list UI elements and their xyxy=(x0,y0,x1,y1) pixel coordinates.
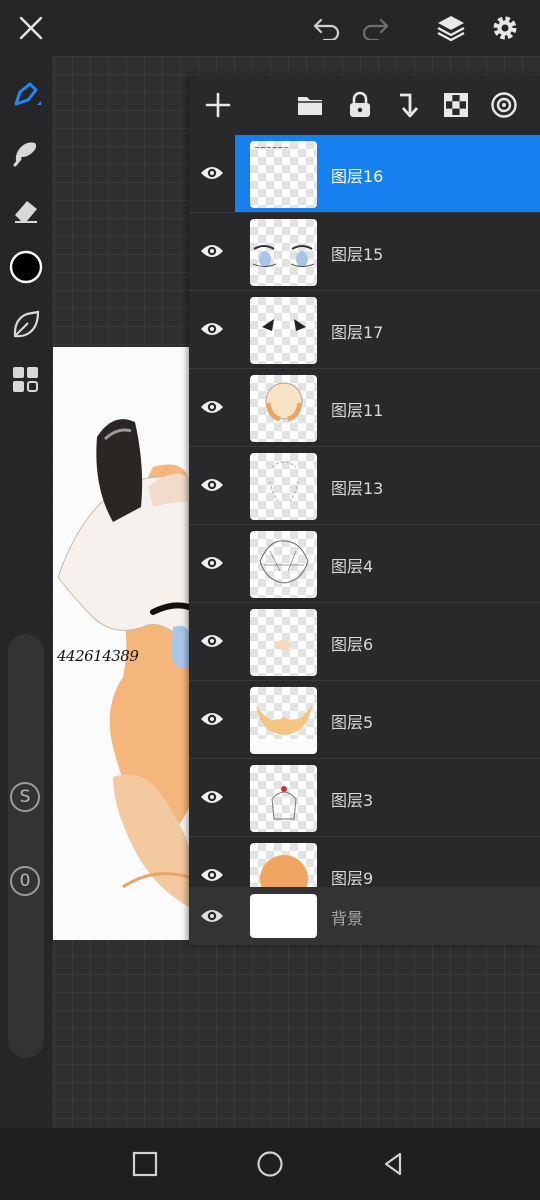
layer-thumbnail xyxy=(250,687,317,754)
layer-name: 图层9 xyxy=(331,869,374,888)
layers-panel: ~~~~~~ 图层16 图层15 图层17 图层11 图层13 图层4 图层6 图层5 图层3 图层… xyxy=(189,75,540,945)
close-icon[interactable] xyxy=(15,12,47,44)
background-layer-name: 背景 xyxy=(331,909,364,928)
home-icon[interactable] xyxy=(254,1148,286,1180)
artwork-canvas[interactable]: 442614389 xyxy=(53,347,189,940)
handwritten-text: 442614389 xyxy=(57,647,139,665)
eye-icon[interactable] xyxy=(199,396,225,418)
layer-name: 图层4 xyxy=(331,557,374,576)
layer-name: 图层16 xyxy=(331,167,384,186)
layer-name: 图层5 xyxy=(331,713,374,732)
add-icon[interactable] xyxy=(202,89,234,121)
smudge-icon[interactable] xyxy=(8,134,44,170)
leaf-icon[interactable] xyxy=(8,306,44,342)
lock-icon[interactable] xyxy=(344,89,376,121)
layer-row[interactable]: 图层15 xyxy=(189,213,540,291)
tool-sidebar: S 0 xyxy=(0,56,52,1128)
eye-icon[interactable] xyxy=(199,240,225,262)
undo-icon[interactable] xyxy=(311,12,343,44)
back-icon[interactable] xyxy=(377,1148,409,1180)
checker-icon[interactable] xyxy=(440,89,472,121)
eye-icon[interactable] xyxy=(199,630,225,652)
eye-icon[interactable] xyxy=(199,162,225,184)
layer-thumbnail xyxy=(250,375,317,442)
layer-name: 图层6 xyxy=(331,635,374,654)
layer-row[interactable]: 图层6 xyxy=(189,603,540,681)
gear-icon[interactable] xyxy=(489,12,521,44)
background-layer-row[interactable]: 背景 xyxy=(189,887,540,945)
eye-icon[interactable] xyxy=(199,864,225,886)
layer-thumbnail xyxy=(250,453,317,520)
brush-icon[interactable] xyxy=(8,76,44,112)
eye-icon[interactable] xyxy=(199,786,225,808)
layer-name: 图层17 xyxy=(331,323,384,342)
layer-thumbnail xyxy=(250,297,317,364)
layer-name: 图层13 xyxy=(331,479,384,498)
size-slider-label: S xyxy=(10,782,40,812)
eye-icon[interactable] xyxy=(199,318,225,340)
top-bar xyxy=(0,0,540,56)
layer-thumbnail xyxy=(250,219,317,286)
eye-icon[interactable] xyxy=(199,552,225,574)
target-icon[interactable] xyxy=(488,89,520,121)
background-thumbnail xyxy=(250,894,317,938)
system-nav-bar xyxy=(0,1128,540,1200)
layer-name: 图层11 xyxy=(331,401,384,420)
character-drawing xyxy=(57,419,189,907)
layer-name: 图层15 xyxy=(331,245,384,264)
grid-menu-icon[interactable] xyxy=(8,362,44,398)
opacity-slider-label: 0 xyxy=(10,866,40,896)
layer-thumbnail xyxy=(250,765,317,832)
layer-name: 图层3 xyxy=(331,791,374,810)
redo-icon[interactable] xyxy=(359,12,391,44)
layer-thumbnail: ~~~~~~ xyxy=(250,141,317,208)
layer-row[interactable]: 图层17 xyxy=(189,291,540,369)
folder-icon[interactable] xyxy=(294,89,326,121)
layer-row[interactable]: 图层11 xyxy=(189,369,540,447)
layer-thumbnail xyxy=(250,531,317,598)
brush-size-slider[interactable] xyxy=(8,634,44,1058)
merge-down-icon[interactable] xyxy=(392,89,424,121)
layers-icon[interactable] xyxy=(435,12,467,44)
color-swatch[interactable] xyxy=(8,249,44,285)
layer-thumbnail xyxy=(250,609,317,676)
eraser-icon[interactable] xyxy=(8,192,44,228)
layers-toolbar xyxy=(189,75,540,135)
layer-row[interactable]: 图层3 xyxy=(189,759,540,837)
layer-row[interactable]: 图层4 xyxy=(189,525,540,603)
layer-row[interactable]: ~~~~~~ 图层16 xyxy=(189,135,540,213)
eye-icon[interactable] xyxy=(199,474,225,496)
layer-row[interactable]: 图层13 xyxy=(189,447,540,525)
layer-row[interactable]: 图层5 xyxy=(189,681,540,759)
eye-icon[interactable] xyxy=(199,905,225,927)
recents-icon[interactable] xyxy=(129,1148,161,1180)
eye-icon[interactable] xyxy=(199,708,225,730)
